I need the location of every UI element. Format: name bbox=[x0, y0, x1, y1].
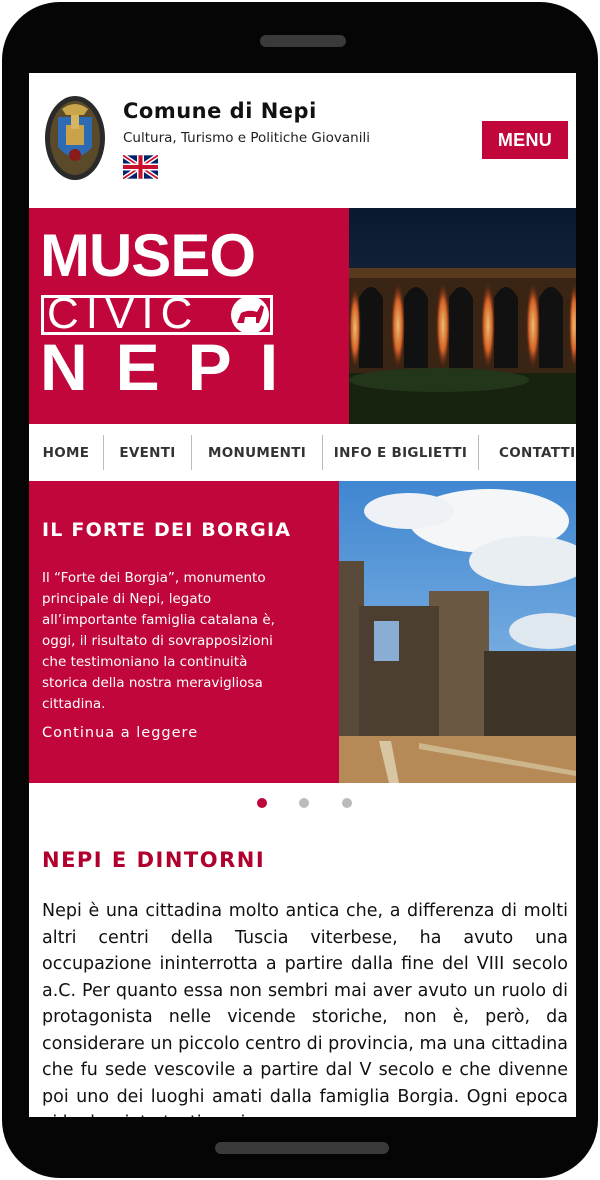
nav-item-home[interactable]: HOME bbox=[29, 424, 103, 481]
nav-item-monumenti[interactable]: MONUMENTI bbox=[192, 424, 322, 481]
home-indicator[interactable] bbox=[215, 1142, 389, 1154]
carousel-dot-2[interactable] bbox=[299, 798, 309, 808]
phone-frame: Comune di Nepi Cultura, Turismo e Politi… bbox=[2, 2, 598, 1178]
slide-title[interactable]: IL FORTE DEI BORGIA bbox=[42, 519, 291, 541]
site-subtitle: Cultura, Turismo e Politiche Giovanili bbox=[123, 130, 370, 146]
menu-button[interactable]: MENU bbox=[482, 121, 568, 159]
uk-flag-icon[interactable] bbox=[123, 155, 158, 179]
carousel-dot-1[interactable] bbox=[257, 798, 267, 808]
donkey-logo-icon bbox=[231, 296, 269, 334]
screen: Comune di Nepi Cultura, Turismo e Politi… bbox=[29, 73, 576, 1117]
nav-item-eventi[interactable]: EVENTI bbox=[104, 424, 191, 481]
carousel-slide[interactable]: IL FORTE DEI BORGIA Il “Forte dei Borgia… bbox=[29, 481, 576, 783]
speaker-grille bbox=[260, 35, 346, 47]
municipal-crest-icon[interactable] bbox=[44, 95, 106, 181]
nav-item-contatti[interactable]: CONTATTI bbox=[479, 424, 576, 481]
museum-banner[interactable]: MUSEO CIVIC NEPI bbox=[29, 208, 576, 424]
carousel-pagination bbox=[29, 793, 576, 813]
museum-logo-word-nepi: NEPI bbox=[40, 330, 307, 404]
carousel-dot-3[interactable] bbox=[342, 798, 352, 808]
main-navigation: HOME EVENTI MONUMENTI INFO E BIGLIETTI C… bbox=[29, 424, 576, 482]
forte-borgia-photo bbox=[319, 481, 576, 783]
site-title[interactable]: Comune di Nepi bbox=[123, 99, 317, 123]
section-heading: NEPI E DINTORNI bbox=[42, 848, 266, 872]
section-paragraph: Nepi è una cittadina molto antica che, a… bbox=[42, 901, 568, 1117]
nav-item-info-biglietti[interactable]: INFO E BIGLIETTI bbox=[323, 424, 478, 481]
aqueduct-night-photo bbox=[319, 208, 576, 424]
museum-logo-word-museo: MUSEO bbox=[40, 222, 256, 289]
read-more-link[interactable]: Continua a leggere bbox=[42, 725, 198, 741]
site-header: Comune di Nepi Cultura, Turismo e Politi… bbox=[29, 73, 576, 208]
slide-description: Il “Forte dei Borgia”, monumento princip… bbox=[42, 570, 275, 712]
